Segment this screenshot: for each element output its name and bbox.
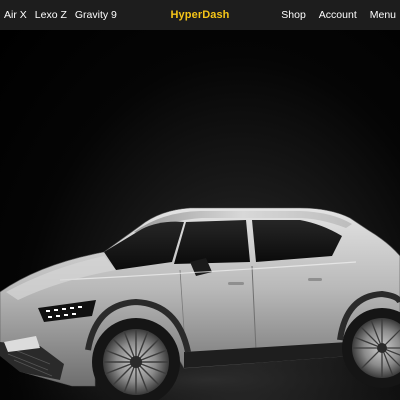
brand-logo[interactable]: HyperDash [171, 9, 230, 21]
top-navbar: Air X Lexo Z Gravity 9 HyperDash Shop Ac… [0, 0, 400, 30]
account-links: Shop Account Menu [230, 9, 396, 21]
nav-link-account[interactable]: Account [319, 9, 357, 21]
nav-link-lexo-z[interactable]: Lexo Z [35, 9, 67, 21]
nav-link-menu[interactable]: Menu [370, 9, 396, 21]
nav-link-air-x[interactable]: Air X [4, 9, 27, 21]
model-links: Air X Lexo Z Gravity 9 [4, 9, 171, 21]
nav-link-shop[interactable]: Shop [281, 9, 306, 21]
hero-banner [0, 30, 400, 400]
hero-car-image [0, 207, 400, 400]
nav-link-gravity-9[interactable]: Gravity 9 [75, 9, 117, 21]
